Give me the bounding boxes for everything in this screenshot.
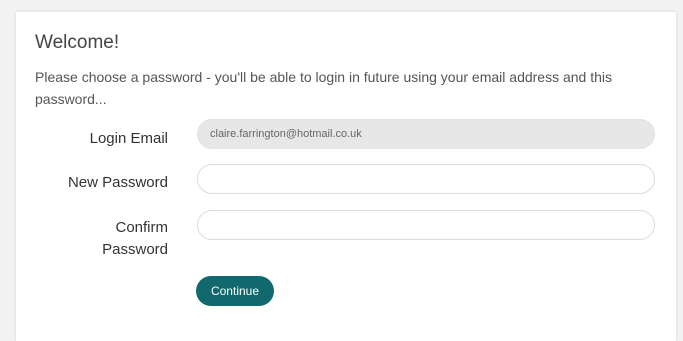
login-email-field (197, 119, 655, 149)
continue-button[interactable]: Continue (196, 276, 274, 306)
new-password-field[interactable] (197, 164, 655, 194)
confirm-password-field[interactable] (197, 210, 655, 240)
confirm-password-label-line2: Password (102, 241, 168, 258)
confirm-password-label-line1: Confirm (115, 219, 168, 236)
confirm-password-label: Confirm Password (18, 217, 168, 261)
new-password-label: New Password (67, 174, 168, 191)
welcome-card: Welcome! Please choose a password - you'… (16, 12, 676, 341)
login-email-label: Login Email (89, 130, 168, 147)
page-title: Welcome! (35, 32, 120, 53)
intro-text: Please choose a password - you'll be abl… (35, 69, 613, 107)
